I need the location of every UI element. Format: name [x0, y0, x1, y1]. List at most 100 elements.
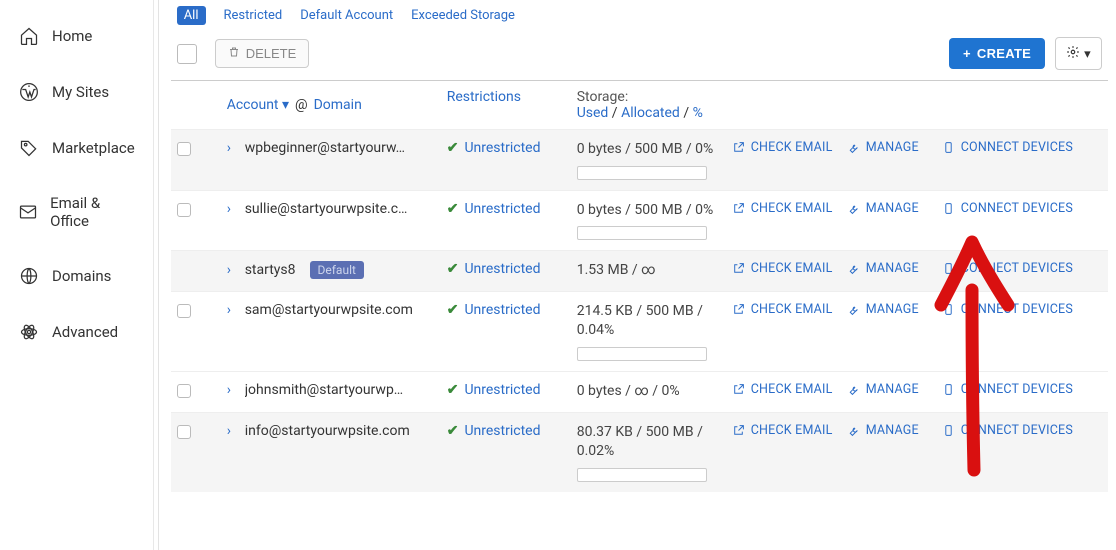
- storage-cell: 80.37 KB / 500 MB / 0.02%: [577, 423, 732, 482]
- wrench-icon: [847, 383, 860, 396]
- expand-chevron-icon[interactable]: ›: [227, 201, 237, 217]
- wordpress-icon: [18, 82, 40, 102]
- device-icon: [942, 424, 955, 437]
- trash-icon: [228, 46, 240, 61]
- expand-chevron-icon[interactable]: ›: [227, 262, 237, 278]
- header-used[interactable]: Used: [577, 105, 609, 121]
- row-checkbox[interactable]: [177, 425, 191, 439]
- account-email: startys8: [245, 262, 296, 278]
- storage-cell: 1.53 MB / ∞: [577, 261, 732, 281]
- sidebar-item-domains[interactable]: Domains: [0, 248, 153, 304]
- gear-icon: [1066, 45, 1080, 62]
- check-email-button[interactable]: CHECK EMAIL: [732, 261, 847, 276]
- manage-button[interactable]: MANAGE: [847, 423, 942, 438]
- check-icon: ✔: [447, 201, 459, 217]
- table-row: ›sullie@startyourwpsite.c…✔Unrestricted0…: [171, 190, 1108, 251]
- chevron-down-icon: ▾: [1084, 46, 1091, 62]
- restriction-link[interactable]: Unrestricted: [464, 302, 540, 318]
- manage-button[interactable]: MANAGE: [847, 302, 942, 317]
- connect-devices-button[interactable]: CONNECT DEVICES: [942, 201, 1102, 216]
- storage-cell: 0 bytes / ∞ / 0%: [577, 382, 732, 402]
- table-row: › info@startyourwpsite.com ✔ Unrestricted 80…: [171, 412, 1108, 492]
- open-icon: [732, 383, 745, 396]
- wrench-icon: [847, 303, 860, 316]
- delete-label: DELETE: [246, 46, 297, 61]
- header-storage-label: Storage:: [577, 89, 732, 105]
- check-email-button[interactable]: CHECK EMAIL: [732, 201, 847, 216]
- sidebar-item-label: Home: [52, 27, 92, 45]
- tab-exceeded-storage[interactable]: Exceeded Storage: [411, 8, 515, 23]
- row-checkbox[interactable]: [177, 384, 191, 398]
- restriction-link[interactable]: Unrestricted: [464, 201, 540, 217]
- manage-button[interactable]: MANAGE: [847, 201, 942, 216]
- manage-button[interactable]: MANAGE: [847, 261, 942, 276]
- restriction-link[interactable]: Unrestricted: [464, 382, 540, 398]
- header-account[interactable]: Account ▾: [227, 97, 289, 113]
- expand-chevron-icon[interactable]: ›: [227, 302, 237, 318]
- wrench-icon: [847, 141, 860, 154]
- header-percent[interactable]: %: [693, 105, 703, 121]
- sidebar-item-label: Domains: [52, 267, 111, 285]
- accounts-table: Account ▾ @ Domain Restrictions Storage:…: [171, 81, 1108, 492]
- open-icon: [732, 262, 745, 275]
- connect-devices-button[interactable]: CONNECT DEVICES: [942, 261, 1102, 276]
- tab-all[interactable]: All: [177, 6, 206, 25]
- tab-default-account[interactable]: Default Account: [300, 8, 393, 23]
- sidebar-item-label: Advanced: [52, 323, 118, 341]
- connect-devices-button[interactable]: CONNECT DEVICES: [942, 423, 1102, 438]
- sidebar-item-label: Email & Office: [50, 194, 135, 230]
- tag-icon: [18, 138, 40, 158]
- check-icon: ✔: [447, 140, 459, 156]
- envelope-icon: [18, 202, 38, 222]
- connect-devices-button[interactable]: CONNECT DEVICES: [942, 302, 1102, 317]
- sidebar-item-marketplace[interactable]: Marketplace: [0, 120, 153, 176]
- create-label: CREATE: [977, 46, 1031, 61]
- sidebar-item-label: My Sites: [52, 83, 109, 101]
- wrench-icon: [847, 262, 860, 275]
- restriction-link[interactable]: Unrestricted: [464, 423, 540, 439]
- header-domain[interactable]: Domain: [314, 97, 362, 113]
- row-checkbox[interactable]: [177, 203, 191, 217]
- sidebar-item-home[interactable]: Home: [0, 8, 153, 64]
- row-checkbox[interactable]: [177, 304, 191, 318]
- expand-chevron-icon[interactable]: ›: [227, 423, 237, 439]
- sidebar-item-label: Marketplace: [52, 139, 135, 157]
- check-email-button[interactable]: CHECK EMAIL: [732, 423, 847, 438]
- connect-devices-button[interactable]: CONNECT DEVICES: [942, 382, 1102, 397]
- main-content: All Restricted Default Account Exceeded …: [154, 0, 1116, 550]
- storage-cell: 214.5 KB / 500 MB / 0.04%: [577, 302, 732, 361]
- wrench-icon: [847, 424, 860, 437]
- delete-button[interactable]: DELETE: [215, 39, 310, 68]
- check-email-button[interactable]: CHECK EMAIL: [732, 302, 847, 317]
- check-email-button[interactable]: CHECK EMAIL: [732, 140, 847, 155]
- sidebar-item-mysites[interactable]: My Sites: [0, 64, 153, 120]
- check-icon: ✔: [447, 382, 459, 398]
- open-icon: [732, 141, 745, 154]
- sidebar-item-advanced[interactable]: Advanced: [0, 304, 153, 360]
- manage-button[interactable]: MANAGE: [847, 382, 942, 397]
- expand-chevron-icon[interactable]: ›: [227, 140, 237, 156]
- expand-chevron-icon[interactable]: ›: [227, 382, 237, 398]
- settings-button[interactable]: ▾: [1055, 37, 1102, 70]
- tab-restricted[interactable]: Restricted: [224, 8, 283, 23]
- check-email-button[interactable]: CHECK EMAIL: [732, 382, 847, 397]
- account-email: johnsmith@startyourwp…: [245, 382, 403, 398]
- header-allocated[interactable]: Allocated: [621, 105, 680, 121]
- row-checkbox[interactable]: [177, 142, 191, 156]
- device-icon: [942, 383, 955, 396]
- select-all-checkbox[interactable]: [177, 44, 197, 64]
- sidebar-item-email[interactable]: Email & Office: [0, 176, 153, 248]
- open-icon: [732, 424, 745, 437]
- create-button[interactable]: + CREATE: [949, 38, 1045, 69]
- account-email: info@startyourwpsite.com: [245, 423, 410, 439]
- header-restrictions[interactable]: Restrictions: [447, 89, 577, 121]
- account-email: wpbeginner@startyourw…: [245, 140, 405, 156]
- restriction-link[interactable]: Unrestricted: [464, 261, 540, 277]
- connect-devices-button[interactable]: CONNECT DEVICES: [942, 140, 1102, 155]
- table-row: ›startys8Default✔Unrestricted1.53 MB / ∞…: [171, 250, 1108, 291]
- check-icon: ✔: [447, 423, 459, 439]
- manage-button[interactable]: MANAGE: [847, 140, 942, 155]
- device-icon: [942, 262, 955, 275]
- restriction-link[interactable]: Unrestricted: [464, 140, 540, 156]
- open-icon: [732, 303, 745, 316]
